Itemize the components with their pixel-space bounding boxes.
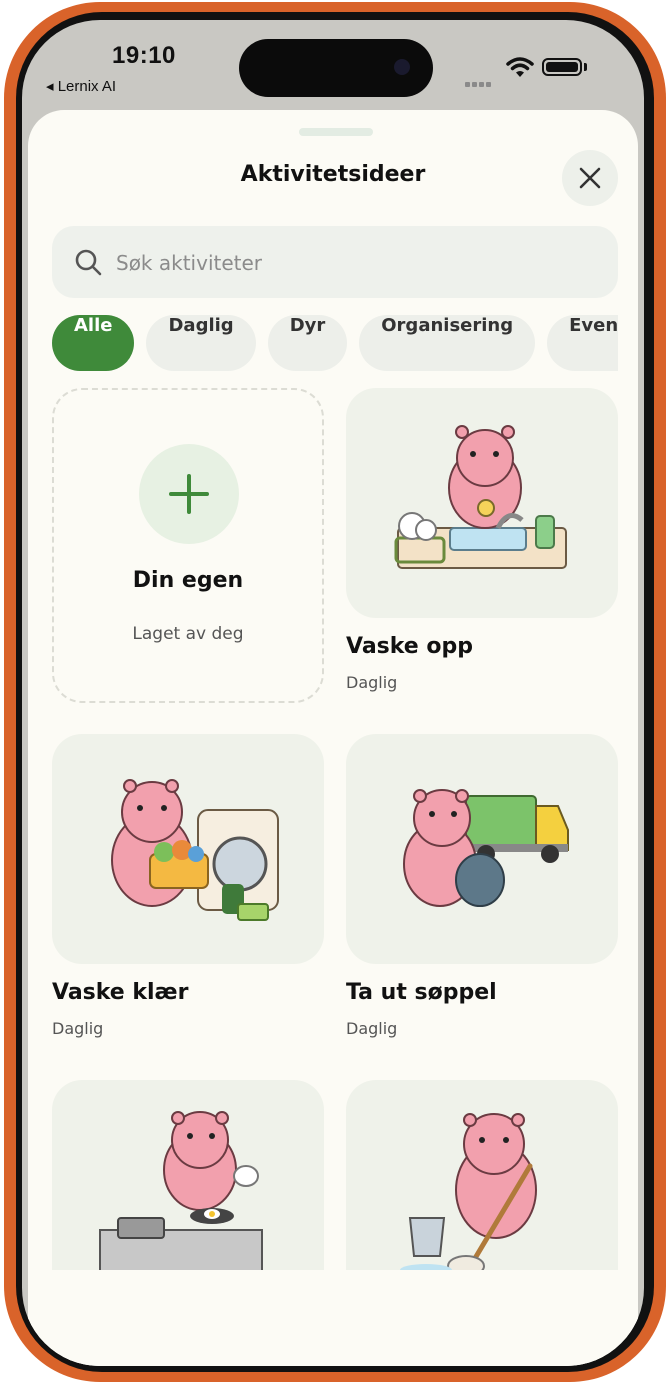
category-filter-chips: AlleDagligDyrOrganiseringEvent: [52, 315, 618, 371]
activity-name: Ta ut søppel: [346, 980, 497, 1005]
activity-name: Vaske klær: [52, 980, 189, 1005]
status-time: 19:10: [112, 42, 176, 69]
hippo-laundry-illustration: [52, 734, 324, 964]
filter-chip-organisering[interactable]: Organisering: [359, 315, 536, 371]
close-button[interactable]: [562, 150, 618, 206]
search-bar[interactable]: [52, 226, 618, 298]
back-app-label: Lernix AI: [57, 78, 117, 95]
phone-screen: 19:10 ◂ Lernix AI Aktivitetsideer Søk ak…: [22, 20, 644, 1366]
activity-name: Vaske opp: [346, 634, 473, 659]
camera-icon: [394, 59, 410, 75]
status-bar: 19:10 ◂ Lernix AI: [22, 20, 644, 110]
activity-category: Daglig: [346, 673, 398, 692]
battery-icon: [542, 58, 582, 76]
hippo-washing-dishes-illustration: [346, 388, 618, 618]
filter-chip-dyr[interactable]: Dyr: [267, 315, 348, 371]
filter-chip-alle[interactable]: Alle: [52, 315, 135, 371]
sheet-grabber[interactable]: [299, 128, 373, 136]
own-activity-title: Din egen: [132, 568, 244, 593]
activity-ideas-sheet: Aktivitetsideer AlleDagligDyrOrganiserin…: [28, 110, 638, 1366]
wifi-icon: [506, 57, 534, 77]
battery-tip: [584, 63, 587, 71]
add-circle: [139, 444, 239, 544]
activity-card[interactable]: Ta ut søppel Daglig: [346, 734, 618, 1038]
activity-card[interactable]: Vaske klær Daglig: [52, 734, 324, 1038]
create-own-activity-card[interactable]: Din egen Laget av deg: [52, 388, 324, 703]
activity-category: Daglig: [52, 1019, 104, 1038]
close-icon: [579, 167, 601, 189]
plus-icon: [169, 474, 209, 514]
search-icon: [75, 249, 102, 276]
search-input[interactable]: [114, 240, 598, 286]
own-activity-subtitle: Laget av deg: [132, 624, 244, 644]
sheet-bottom-area: [28, 1270, 638, 1366]
activity-card[interactable]: Vaske opp Daglig: [346, 388, 618, 692]
hippo-trash-truck-illustration: [346, 734, 618, 964]
sheet-title: Aktivitetsideer: [240, 162, 426, 187]
filter-chip-daglig[interactable]: Daglig: [146, 315, 256, 371]
activity-category: Daglig: [346, 1019, 398, 1038]
cellular-signal-icon: [465, 72, 493, 91]
back-to-app-link[interactable]: ◂ Lernix AI: [46, 77, 116, 95]
filter-chip-event[interactable]: Event: [547, 315, 618, 371]
